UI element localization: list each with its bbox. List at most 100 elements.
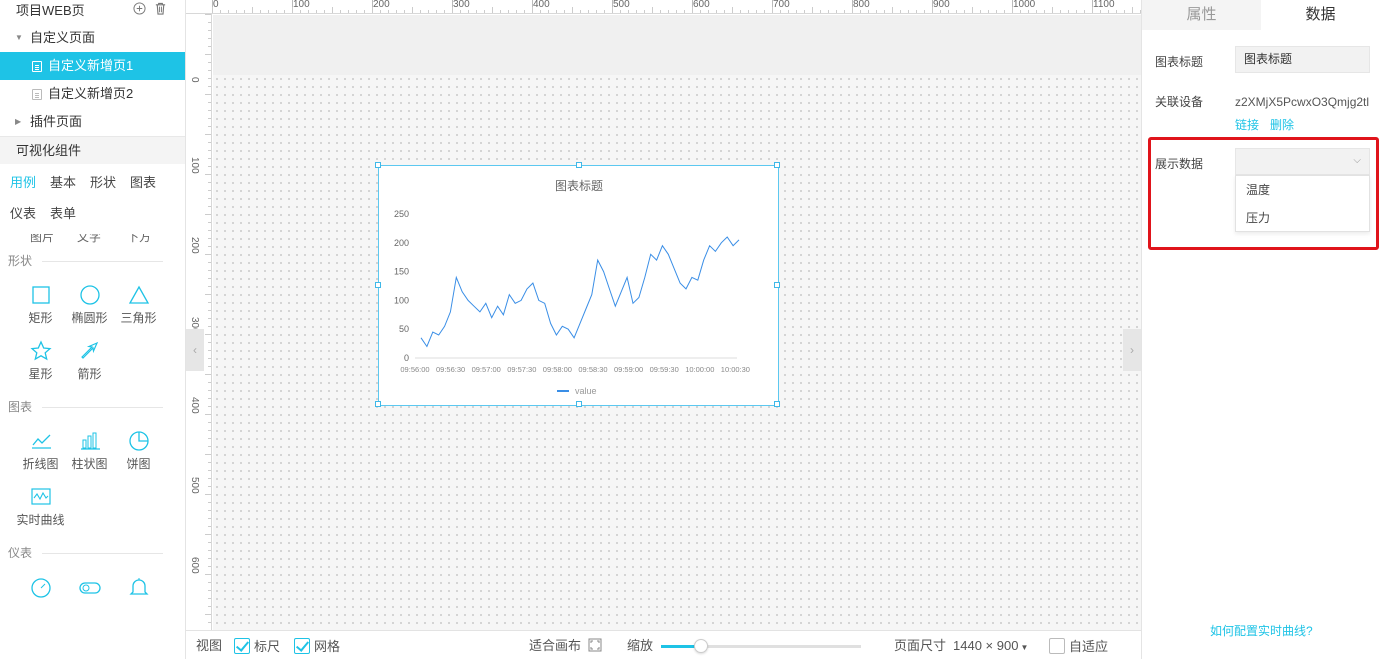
component-switch[interactable] — [65, 570, 114, 626]
category-tabs: 用例 基本 形状 图表 仪表 表单 — [0, 164, 185, 234]
device-value: z2XMjX5PcwxO3Qmjg2tl — [1235, 95, 1370, 109]
section-gauges-title: 仪表 — [0, 536, 185, 570]
hruler-label: 500 — [613, 0, 630, 10]
y-tick-label: 200 — [394, 238, 409, 248]
tree-group-plugin[interactable]: ▶ 插件页面 — [0, 108, 185, 136]
ruler-corner — [186, 0, 212, 14]
page-size-label: 页面尺寸 — [894, 638, 947, 653]
tab-examples[interactable]: 用例 — [10, 172, 50, 203]
delete-device-button[interactable]: 删除 — [1270, 116, 1294, 133]
component-line-chart[interactable]: 折线图 — [16, 424, 65, 480]
tree-group-custom[interactable]: ▼ 自定义页面 — [0, 24, 185, 52]
rectangle-icon — [31, 286, 50, 304]
auto-fit-checkbox[interactable] — [1049, 638, 1065, 654]
component-bell[interactable] — [114, 570, 163, 626]
tab-basic[interactable]: 基本 — [50, 172, 90, 203]
hruler-label: 400 — [533, 0, 550, 10]
component-bar-chart[interactable]: 柱状图 — [65, 424, 114, 480]
y-tick-label: 0 — [404, 353, 409, 363]
x-tick-label: 10:00:00 — [685, 365, 714, 374]
bar-chart-icon — [80, 432, 100, 450]
section-charts-title: 图表 — [0, 390, 185, 424]
tab-shapes[interactable]: 形状 — [90, 172, 130, 203]
hruler-label: 300 — [453, 0, 470, 10]
zoom-slider[interactable] — [661, 639, 861, 653]
y-tick-label: 100 — [394, 295, 409, 305]
caret-down-icon: ▼ — [15, 33, 23, 42]
resize-handle-ne[interactable] — [774, 162, 780, 168]
component-realtime-curve[interactable]: 实时曲线 — [16, 480, 65, 536]
hruler-label: 200 — [373, 0, 390, 10]
y-tick-label: 250 — [394, 209, 409, 219]
line-chart: 图表标题 050100150200250 09:56:00 09:56:30 09:… — [394, 179, 750, 396]
collapse-right-button[interactable]: › — [1123, 329, 1141, 371]
trash-icon[interactable] — [154, 2, 167, 15]
y-axis: 0 50 100 150 200 250 — [394, 209, 737, 363]
zoom-slider-knob[interactable] — [694, 639, 708, 653]
resize-handle-s[interactable] — [576, 401, 582, 407]
resize-handle-sw[interactable] — [375, 401, 381, 407]
arrow-icon — [80, 341, 98, 359]
resize-handle-e[interactable] — [774, 282, 780, 288]
grid-toggle[interactable]: 网格 — [294, 638, 340, 655]
tab-data[interactable]: 数据 — [1261, 0, 1380, 30]
tree-page-1[interactable]: 自定义新增页1 — [0, 52, 185, 80]
grid-checkbox[interactable] — [294, 638, 310, 654]
resize-handle-n[interactable] — [576, 162, 582, 168]
link-device-button[interactable]: 链接 — [1235, 116, 1259, 133]
x-tick-label: 09:57:30 — [507, 365, 536, 374]
vruler-label: 0 — [189, 77, 200, 83]
hruler-label: 800 — [853, 0, 870, 10]
view-label: 视图 — [196, 638, 223, 653]
resize-handle-w[interactable] — [375, 282, 381, 288]
series-line-value — [420, 236, 740, 348]
hruler-label: 700 — [773, 0, 790, 10]
add-page-icon[interactable] — [133, 2, 146, 15]
help-link[interactable]: 如何配置实时曲线? — [1210, 622, 1313, 639]
page-size-select[interactable]: 1440 × 900 ▼ — [953, 638, 1028, 656]
component-pie-chart[interactable]: 饼图 — [114, 424, 163, 480]
hruler-label: 0 — [213, 0, 219, 10]
resize-handle-nw[interactable] — [375, 162, 381, 168]
vruler-label: 200 — [189, 237, 200, 254]
horizontal-ruler: 0 100 200 300 400 500 600 700 800 900 1000 1100 — [212, 0, 1141, 14]
component-ellipse[interactable]: 椭圆形 — [65, 278, 114, 334]
collapse-left-button[interactable]: ‹ — [186, 329, 204, 371]
component-rectangle[interactable]: 矩形 — [16, 278, 65, 334]
component-dial[interactable] — [16, 570, 65, 626]
tree-page-2[interactable]: 自定义新增页2 — [0, 80, 185, 108]
y-tick-label: 50 — [399, 324, 409, 334]
fit-canvas-button[interactable]: 适合画布 — [529, 638, 602, 654]
charts-grid: 折线图 柱状图 饼图 实时曲线 — [0, 424, 185, 536]
chart-title-label: 图表标题 — [1155, 55, 1204, 69]
chart-title-input[interactable]: 图表标题 — [1235, 46, 1370, 73]
tab-gauges[interactable]: 仪表 — [10, 203, 50, 234]
section-shapes-title: 形状 — [0, 244, 185, 278]
ellipse-icon — [79, 285, 100, 305]
legend-label: value — [575, 386, 597, 396]
ruler-toggle[interactable]: 标尺 — [234, 638, 280, 655]
x-tick-label: 09:56:30 — [436, 365, 465, 374]
auto-fit-toggle[interactable]: 自适应 — [1049, 638, 1108, 655]
star-icon — [29, 340, 52, 361]
tab-properties[interactable]: 属性 — [1142, 0, 1261, 30]
component-arrow[interactable]: 箭形 — [65, 334, 114, 390]
shapes-grid: 矩形 椭圆形 三角形 星形 箭形 — [0, 278, 185, 390]
ruler-checkbox[interactable] — [234, 638, 250, 654]
realtime-curve-icon — [30, 488, 51, 505]
component-star[interactable]: 星形 — [16, 334, 65, 390]
tab-charts[interactable]: 图表 — [130, 172, 170, 203]
chart-widget[interactable]: 图表标题 0 50 100 150 200 250 09:56:00 09:56:30 09:… — [375, 162, 780, 407]
tab-forms[interactable]: 表单 — [50, 203, 90, 234]
zoom-label: 缩放 — [627, 638, 654, 653]
pie-chart-icon — [128, 431, 149, 451]
triangle-icon — [128, 285, 149, 304]
x-tick-label: 10:00:30 — [721, 365, 750, 374]
x-tick-label: 09:56:00 — [400, 365, 429, 374]
bell-icon — [128, 578, 149, 595]
x-tick-label: 09:59:30 — [650, 365, 679, 374]
component-triangle[interactable]: 三角形 — [114, 278, 163, 334]
resize-handle-se[interactable] — [774, 401, 780, 407]
hruler-label: 100 — [293, 0, 310, 10]
device-label: 关联设备 — [1155, 95, 1204, 109]
